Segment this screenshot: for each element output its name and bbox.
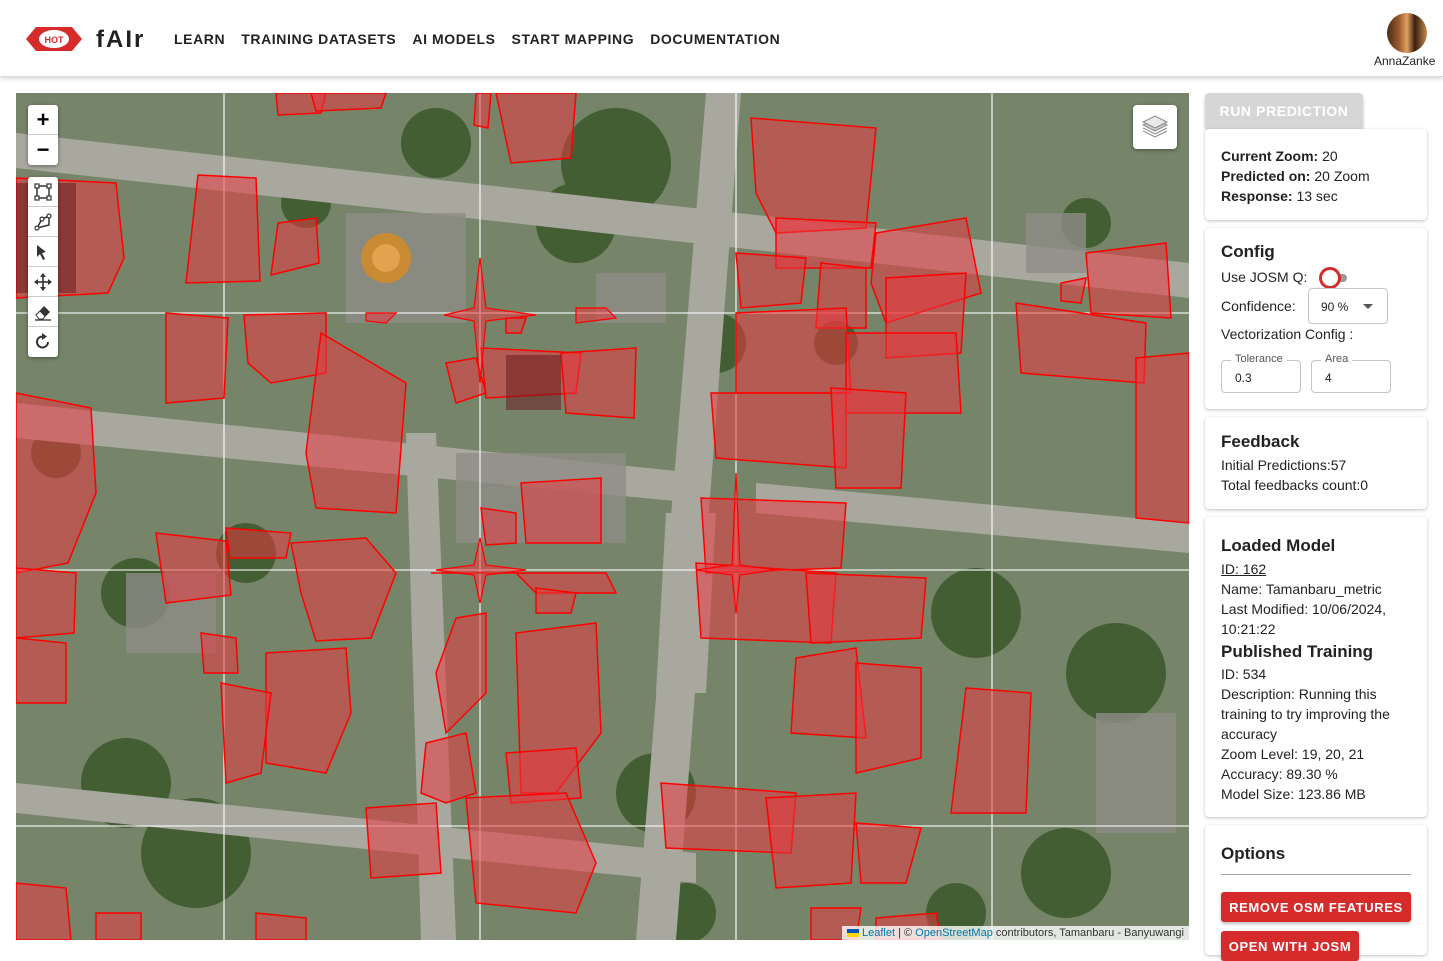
options-title: Options (1221, 844, 1286, 863)
rectangle-draw-icon[interactable] (28, 177, 58, 207)
loaded-model-card: Loaded Model ID: 162 Name: Tamanbaru_met… (1205, 517, 1427, 817)
predicted-on-value: 20 Zoom (1310, 168, 1370, 184)
response-line: Response: 13 sec (1221, 186, 1411, 206)
polygon-draw-icon[interactable] (28, 207, 58, 237)
model-id-link[interactable]: ID: 162 (1221, 559, 1411, 579)
attribution-text: contributors, Tamanbaru - Banyuwangi (992, 927, 1184, 939)
feedback-card: Feedback Initial Predictions:57 Total fe… (1205, 417, 1427, 509)
tolerance-field[interactable]: Tolerance 0.3 (1221, 353, 1301, 393)
model-size: Model Size: 123.86 MB (1221, 786, 1366, 802)
model-modified: Last Modified: 10/06/2024, (1221, 601, 1387, 617)
prediction-sidebar: RUN PREDICTION Current Zoom: 20 Predicte… (1205, 93, 1427, 961)
map-attribution: Leaflet | © OpenStreetMap contributors, … (841, 926, 1189, 940)
published-training-title: Published Training (1221, 642, 1374, 661)
tolerance-label: Tolerance (1231, 353, 1287, 365)
confidence-label: Confidence: (1221, 298, 1296, 314)
open-with-josm-button[interactable]: OPEN WITH JOSM (1221, 931, 1359, 961)
move-icon[interactable] (28, 267, 58, 297)
area-field[interactable]: Area 4 (1311, 353, 1391, 393)
confidence-select[interactable]: 90 % (1308, 288, 1388, 324)
osm-link[interactable]: OpenStreetMap (915, 927, 993, 939)
training-accuracy: Accuracy: 89.30 % (1221, 766, 1338, 782)
nav-learn[interactable]: LEARN (174, 31, 225, 47)
response-label: Response: (1221, 188, 1293, 204)
chevron-down-icon (1363, 304, 1373, 309)
area-label: Area (1321, 353, 1353, 365)
josm-line: Use JOSM Q: (1221, 267, 1349, 290)
loaded-model-title: Loaded Model (1221, 536, 1336, 555)
response-value: 13 sec (1292, 188, 1338, 204)
username: AnnaZanke (1374, 54, 1436, 68)
tolerance-value: 0.3 (1235, 371, 1252, 385)
eraser-icon[interactable] (28, 297, 58, 327)
feedback-title: Feedback (1221, 432, 1300, 451)
model-name: Name: Tamanbaru_metric (1221, 581, 1382, 597)
remove-osm-features-button[interactable]: REMOVE OSM FEATURES (1221, 892, 1411, 922)
current-zoom-label: Current Zoom: (1221, 148, 1319, 164)
stats-card: Current Zoom: 20 Predicted on: 20 Zoom R… (1205, 129, 1427, 220)
training-zoom-level: Zoom Level: 19, 20, 21 (1221, 746, 1365, 762)
current-zoom-line: Current Zoom: 20 (1221, 146, 1411, 166)
ukraine-flag-icon (846, 929, 859, 938)
main-nav: LEARN TRAINING DATASETS AI MODELS START … (174, 31, 780, 47)
josm-label: Use JOSM Q: (1221, 269, 1308, 285)
layers-icon (1141, 115, 1169, 138)
predicted-on-line: Predicted on: 20 Zoom (1221, 166, 1411, 186)
draw-toolbar (28, 177, 58, 357)
hot-logo-icon[interactable]: HOT (26, 24, 82, 54)
top-app-bar: HOT fAIr LEARN TRAINING DATASETS AI MODE… (0, 0, 1443, 77)
total-feedbacks: Total feedbacks count:0 (1221, 477, 1369, 493)
options-divider (1221, 874, 1411, 875)
logo-text: HOT (45, 35, 65, 45)
satellite-imagery (16, 93, 1189, 940)
nav-documentation[interactable]: DOCUMENTATION (650, 31, 780, 47)
nav-start-mapping[interactable]: START MAPPING (512, 31, 635, 47)
config-card: Config Use JOSM Q: Confidence: 90 % Vect… (1205, 228, 1427, 409)
attribution-sep: | © (895, 927, 916, 939)
current-zoom-value: 20 (1318, 148, 1338, 164)
training-description-3: accuracy (1221, 726, 1278, 742)
run-prediction-button[interactable]: RUN PREDICTION (1205, 93, 1363, 129)
training-id: ID: 534 (1221, 666, 1267, 682)
layers-control[interactable] (1133, 105, 1177, 149)
training-description-2: training to try improving the (1221, 706, 1390, 722)
rotate-icon[interactable] (28, 327, 58, 357)
zoom-out-button[interactable]: − (28, 135, 58, 165)
leaflet-link[interactable]: Leaflet (862, 927, 895, 939)
initial-predictions: Initial Predictions:57 (1221, 457, 1347, 473)
zoom-in-button[interactable]: + (28, 105, 58, 135)
avatar[interactable] (1387, 13, 1427, 53)
nav-training-datasets[interactable]: TRAINING DATASETS (241, 31, 396, 47)
predicted-on-label: Predicted on: (1221, 168, 1311, 184)
vectorization-label: Vectorization Config : (1221, 326, 1354, 342)
confidence-value: 90 % (1321, 300, 1349, 314)
model-modified-time: 10:21:22 (1221, 621, 1276, 637)
josm-toggle[interactable] (1319, 267, 1349, 290)
training-description-1: Description: Running this (1221, 686, 1377, 702)
snapping-icon[interactable] (28, 237, 58, 267)
area-value: 4 (1325, 371, 1332, 385)
zoom-control: + − (28, 105, 58, 165)
map-view[interactable]: + − Leaflet | © OpenStreetMap contributo… (16, 93, 1189, 940)
config-title: Config (1221, 242, 1275, 261)
brand-title[interactable]: fAIr (96, 26, 145, 54)
nav-ai-models[interactable]: AI MODELS (412, 31, 495, 47)
options-card: Options REMOVE OSM FEATURES OPEN WITH JO… (1205, 825, 1427, 961)
